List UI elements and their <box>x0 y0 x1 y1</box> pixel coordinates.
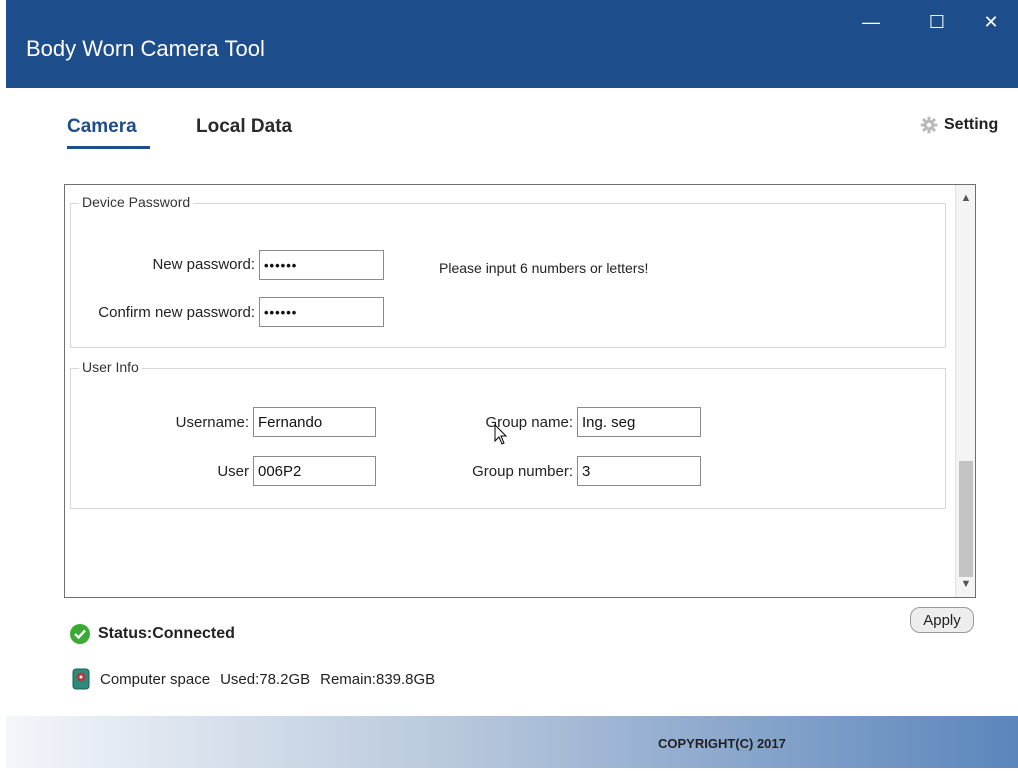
new-password-field[interactable] <box>259 250 384 280</box>
check-circle-icon <box>70 624 90 644</box>
computer-space-label: Computer space <box>100 670 211 688</box>
footer-bar: COPYRIGHT(C) 2017 <box>6 716 1018 768</box>
connection-status: Status:Connected <box>70 624 235 644</box>
close-button[interactable]: ✕ <box>968 0 1014 44</box>
mouse-cursor-icon <box>494 424 508 445</box>
active-tab-indicator <box>67 146 150 149</box>
remaining-space: Remain:839.8GB <box>320 670 436 688</box>
username-field[interactable] <box>253 407 376 437</box>
confirm-password-field[interactable] <box>259 297 384 327</box>
scroll-down-icon[interactable]: ▼ <box>956 575 976 593</box>
apply-button[interactable]: Apply <box>910 607 974 633</box>
confirm-password-label: Confirm new password: <box>98 304 255 321</box>
copyright-text: COPYRIGHT(C) 2017 <box>658 736 786 751</box>
computer-space-info: Computer space Used:78.2GB Remain:839.8G… <box>72 668 435 690</box>
setting-button[interactable]: Setting <box>920 116 998 134</box>
vertical-scrollbar[interactable]: ▲ ▼ <box>955 185 975 597</box>
minimize-button[interactable]: — <box>848 0 894 44</box>
password-hint: Please input 6 numbers or letters! <box>439 260 649 276</box>
group-number-field[interactable] <box>577 456 701 486</box>
tab-camera[interactable]: Camera <box>67 116 137 138</box>
tab-local-data[interactable]: Local Data <box>196 116 292 138</box>
user-label: User <box>217 463 249 480</box>
window-title: Body Worn Camera Tool <box>26 36 265 61</box>
scroll-up-icon[interactable]: ▲ <box>956 189 976 207</box>
disk-icon <box>72 668 90 690</box>
maximize-button[interactable]: ☐ <box>914 0 960 44</box>
status-text: Status:Connected <box>98 625 235 642</box>
user-info-group: User Info Username: User Group name: Gro… <box>70 359 946 509</box>
title-bar: Body Worn Camera Tool — ☐ ✕ <box>6 0 1018 88</box>
user-field[interactable] <box>253 456 376 486</box>
new-password-label: New password: <box>152 256 255 273</box>
user-info-legend: User Info <box>79 359 142 375</box>
camera-settings-panel: Device Password New password: Please inp… <box>64 184 976 598</box>
device-password-group: Device Password New password: Please inp… <box>70 194 946 348</box>
scroll-thumb[interactable] <box>959 461 973 577</box>
setting-label: Setting <box>944 116 999 133</box>
used-space: Used:78.2GB <box>220 670 311 688</box>
gear-icon <box>920 116 938 134</box>
group-number-label: Group number: <box>472 463 573 480</box>
device-password-legend: Device Password <box>79 194 194 210</box>
username-label: Username: <box>175 414 249 431</box>
group-name-field[interactable] <box>577 407 701 437</box>
